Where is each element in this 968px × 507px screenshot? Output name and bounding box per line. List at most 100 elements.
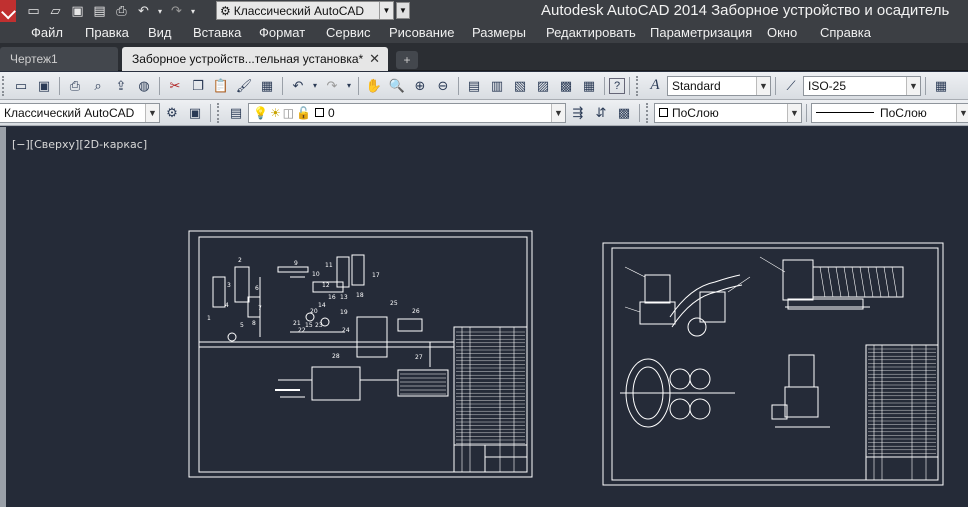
paste-icon[interactable]: 📋 xyxy=(210,75,232,97)
application-menu-button[interactable] xyxy=(0,0,16,22)
callout-label: 13 xyxy=(340,294,348,301)
redo-icon[interactable]: ↷ xyxy=(167,2,186,20)
menu-dimension[interactable]: Размеры xyxy=(472,25,526,40)
color-value: ПоСлою xyxy=(672,105,719,120)
callout-label: 10 xyxy=(312,271,320,278)
color-combo[interactable]: ПоСлою ▼ xyxy=(654,102,802,123)
text-style-value: Standard xyxy=(672,78,721,93)
text-style-combo[interactable]: Standard ▼ xyxy=(667,75,771,96)
3d-print-icon[interactable]: ◍ xyxy=(133,75,155,97)
quick-access-customize-icon[interactable]: ▼ xyxy=(396,2,410,19)
dimension-style-icon[interactable]: ⟋ xyxy=(780,75,802,97)
markup-icon[interactable]: ▩ xyxy=(555,75,577,97)
drawing-sheet-1: 1234567891011121314151617181920212223242… xyxy=(188,230,533,478)
menu-edit[interactable]: Правка xyxy=(85,25,129,40)
undo-dropdown-icon[interactable]: ▾ xyxy=(156,2,164,20)
undo-icon[interactable]: ↶ xyxy=(287,75,309,97)
menu-help[interactable]: Справка xyxy=(820,25,871,40)
toolbar-grip[interactable] xyxy=(2,75,7,96)
screw-thread xyxy=(875,266,882,298)
callout-label: 15 xyxy=(305,322,313,329)
leader-line xyxy=(624,266,646,278)
layer-color-swatch-icon xyxy=(315,108,325,117)
save-icon[interactable]: ▣ xyxy=(33,75,55,97)
make-current-layer-icon[interactable]: ⇶ xyxy=(567,102,589,124)
block-editor-icon[interactable]: ▦ xyxy=(256,75,278,97)
layer-combo[interactable]: 💡 ☀ ◫ 🔓 0 ▼ xyxy=(248,102,566,123)
window-title: Autodesk AutoCAD 2014 Заборное устройств… xyxy=(541,2,950,19)
undo-dropdown-icon[interactable]: ▾ xyxy=(310,75,320,97)
open-file-icon[interactable]: ▱ xyxy=(46,2,65,20)
settler-shape xyxy=(356,316,388,358)
callout-label: 12 xyxy=(322,282,330,289)
motor-body xyxy=(782,259,814,301)
layer-properties-icon[interactable]: ▤ xyxy=(225,102,247,124)
new-file-icon[interactable]: ▭ xyxy=(10,75,32,97)
new-file-icon[interactable]: ▭ xyxy=(24,2,43,20)
menu-insert[interactable]: Вставка xyxy=(193,25,241,40)
save-as-icon[interactable]: ▤ xyxy=(90,2,109,20)
customize-icon[interactable]: ▣ xyxy=(184,102,206,124)
properties-icon[interactable]: ▤ xyxy=(463,75,485,97)
drawing-area[interactable]: [−][Сверху][2D-каркас] 1 2 3 4 5 6 7 8 9 10 11 12 13… xyxy=(0,127,968,507)
menu-parametric[interactable]: Параметризация xyxy=(650,25,752,40)
chevron-down-icon: ▼ xyxy=(379,2,393,19)
tab-drawing1[interactable]: Чертеж1 xyxy=(0,47,118,71)
close-icon[interactable]: ✕ xyxy=(369,51,380,67)
cut-icon[interactable]: ✂ xyxy=(164,75,186,97)
copy-icon[interactable]: ❐ xyxy=(187,75,209,97)
calculator-icon[interactable]: ▦ xyxy=(578,75,600,97)
zoom-previous-icon[interactable]: ⊖ xyxy=(432,75,454,97)
workspace-combo[interactable]: ⚙ Классический AutoCAD ▼ xyxy=(216,1,394,20)
quick-access-toolbar: ▭ ▱ ▣ ▤ ⎙ ↶ ▾ ↷ ▾ xyxy=(24,1,197,21)
unit-26-shape xyxy=(397,318,423,332)
table-style-icon[interactable]: ▦ xyxy=(930,75,952,97)
screw-thread xyxy=(859,266,866,298)
menu-tools[interactable]: Сервис xyxy=(326,25,371,40)
design-center-icon[interactable]: ▥ xyxy=(486,75,508,97)
menu-window[interactable]: Окно xyxy=(767,25,797,40)
zoom-realtime-icon[interactable]: 🔍 xyxy=(386,75,408,97)
callout-label: 14 xyxy=(318,302,326,309)
tank-shape xyxy=(212,276,226,308)
workspace-toolbar-combo[interactable]: Классический AutoCAD ▼ xyxy=(0,102,160,123)
viewport-freeze-icon: ◫ xyxy=(282,105,295,120)
print-icon[interactable]: ⎙ xyxy=(64,75,86,97)
dimension-style-combo[interactable]: ISO-25 ▼ xyxy=(803,75,921,96)
print-preview-icon[interactable]: ⌕ xyxy=(87,75,109,97)
callout-label: 16 xyxy=(328,294,336,301)
redo-dropdown-icon[interactable]: ▾ xyxy=(344,75,354,97)
sheet2-outer-frame xyxy=(602,242,944,486)
callout-label: 17 xyxy=(372,272,380,279)
layer-states-icon[interactable]: ▩ xyxy=(613,102,635,124)
layer-previous-icon[interactable]: ⇵ xyxy=(590,102,612,124)
sheet-set-icon[interactable]: ▨ xyxy=(532,75,554,97)
workspace-settings-icon[interactable]: ⚙ xyxy=(161,102,183,124)
pan-icon[interactable]: ✋ xyxy=(363,75,385,97)
tab-active-drawing[interactable]: Заборное устройств...тельная установка* … xyxy=(122,47,388,71)
menu-draw[interactable]: Рисование xyxy=(389,25,454,40)
menu-format[interactable]: Формат xyxy=(259,25,305,40)
linetype-combo[interactable]: ПоСлою ▼ xyxy=(811,102,968,123)
zoom-window-icon[interactable]: ⊕ xyxy=(409,75,431,97)
screw-thread xyxy=(891,266,898,298)
callout-label: 2 xyxy=(238,257,242,264)
save-icon[interactable]: ▣ xyxy=(68,2,87,20)
help-icon[interactable]: ? xyxy=(609,77,625,94)
publish-icon[interactable]: ⇪ xyxy=(110,75,132,97)
callout-label: 21 xyxy=(293,320,301,327)
print-icon[interactable]: ⎙ xyxy=(112,2,131,20)
callout-label: 3 xyxy=(227,282,231,289)
new-tab-button[interactable]: + xyxy=(396,51,418,69)
menu-modify[interactable]: Редактировать xyxy=(546,25,636,40)
file-tab-bar: Чертеж1 Заборное устройств...тельная уст… xyxy=(0,43,968,71)
redo-icon[interactable]: ↷ xyxy=(321,75,343,97)
undo-icon[interactable]: ↶ xyxy=(134,2,153,20)
match-properties-icon[interactable]: 🖌 xyxy=(233,75,255,97)
redo-dropdown-icon[interactable]: ▾ xyxy=(189,2,197,20)
menu-view[interactable]: Вид xyxy=(148,25,172,40)
text-style-icon[interactable]: A xyxy=(644,75,666,97)
impeller-shape xyxy=(669,398,691,420)
menu-file[interactable]: Файл xyxy=(31,25,63,40)
tool-palettes-icon[interactable]: ▧ xyxy=(509,75,531,97)
